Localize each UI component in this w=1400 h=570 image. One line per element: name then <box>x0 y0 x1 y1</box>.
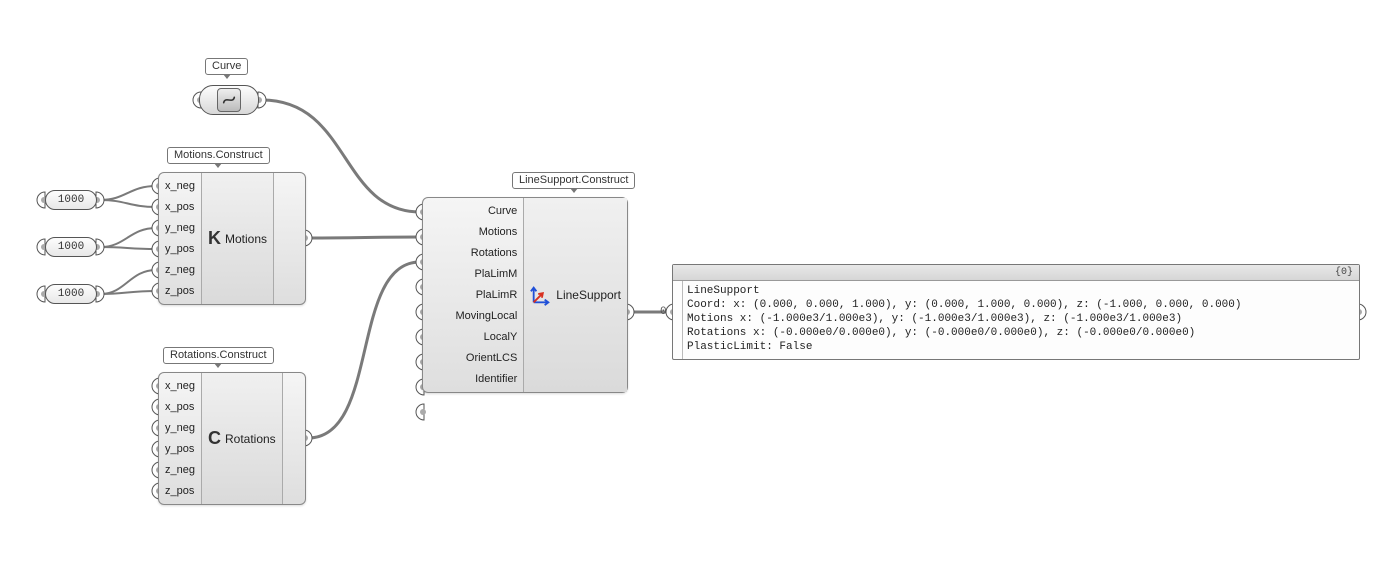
panel-header: {0} <box>673 265 1359 281</box>
panel-line-3: Rotations x: (-0.000e0/0.000e0), y: (-0.… <box>687 327 1195 339</box>
motions-nickname-area: K Motions <box>201 173 274 304</box>
port-x-pos[interactable]: x_pos <box>165 398 195 416</box>
panel-left-margin <box>673 281 683 359</box>
port-z-neg[interactable]: z_neg <box>165 261 195 279</box>
curve-param-label: Curve <box>205 58 248 75</box>
panel-line-1: Coord: x: (0.000, 0.000, 1.000), y: (0.0… <box>687 299 1242 311</box>
port-plalimm[interactable]: PlaLimM <box>429 265 517 283</box>
rotations-nickname-area: C Rotations <box>201 373 283 504</box>
linesupport-nickname: LineSupport <box>556 288 621 302</box>
port-x-neg[interactable]: x_neg <box>165 377 195 395</box>
port-y-pos[interactable]: y_pos <box>165 240 195 258</box>
coordinate-axes-icon <box>530 284 552 306</box>
slider-value: 1000 <box>58 288 84 300</box>
port-z-pos[interactable]: z_pos <box>165 282 195 300</box>
port-motions[interactable]: Motions <box>429 223 517 241</box>
port-x-pos[interactable]: x_pos <box>165 198 195 216</box>
motions-comp-label: Motions.Construct <box>167 147 270 164</box>
number-slider-3[interactable]: 1000 <box>45 284 97 304</box>
panel-line-4: PlasticLimit: False <box>687 341 812 353</box>
port-movinglocal[interactable]: MovingLocal <box>429 307 517 325</box>
port-y-pos[interactable]: y_pos <box>165 440 195 458</box>
port-identifier[interactable]: Identifier <box>429 370 517 388</box>
port-localy[interactable]: LocalY <box>429 328 517 346</box>
stiffness-k-icon: K <box>208 228 221 249</box>
panel-line-0: LineSupport <box>687 285 760 297</box>
number-slider-2[interactable]: 1000 <box>45 237 97 257</box>
motions-nickname: Motions <box>225 232 267 246</box>
panel-body: LineSupport Coord: x: (0.000, 0.000, 1.0… <box>673 281 1359 357</box>
port-orientlcs[interactable]: OrientLCS <box>429 349 517 367</box>
output-panel[interactable]: {0} LineSupport Coord: x: (0.000, 0.000,… <box>672 264 1360 360</box>
panel-stream-index: 0 <box>660 306 667 318</box>
port-y-neg[interactable]: y_neg <box>165 419 195 437</box>
port-x-neg[interactable]: x_neg <box>165 177 195 195</box>
rotations-construct-component[interactable]: x_neg x_pos y_neg y_pos z_neg z_pos C Ro… <box>158 372 306 505</box>
rotational-c-icon: C <box>208 428 221 449</box>
number-slider-1[interactable]: 1000 <box>45 190 97 210</box>
rotations-comp-label: Rotations.Construct <box>163 347 274 364</box>
linesupport-construct-component[interactable]: Curve Motions Rotations PlaLimM PlaLimR … <box>422 197 628 393</box>
curve-icon <box>217 88 241 112</box>
curve-param[interactable] <box>199 85 259 115</box>
slider-value: 1000 <box>58 194 84 206</box>
rotations-nickname: Rotations <box>225 432 276 446</box>
port-rotations[interactable]: Rotations <box>429 244 517 262</box>
panel-line-2: Motions x: (-1.000e3/1.000e3), y: (-1.00… <box>687 313 1182 325</box>
port-curve[interactable]: Curve <box>429 202 517 220</box>
panel-path: {0} <box>1335 266 1353 280</box>
motions-construct-component[interactable]: x_neg x_pos y_neg y_pos z_neg z_pos K Mo… <box>158 172 306 305</box>
port-z-pos[interactable]: z_pos <box>165 482 195 500</box>
slider-value: 1000 <box>58 241 84 253</box>
linesupport-nickname-area: LineSupport <box>523 198 627 392</box>
port-z-neg[interactable]: z_neg <box>165 461 195 479</box>
port-plalimr[interactable]: PlaLimR <box>429 286 517 304</box>
linesupport-comp-label: LineSupport.Construct <box>512 172 635 189</box>
port-y-neg[interactable]: y_neg <box>165 219 195 237</box>
